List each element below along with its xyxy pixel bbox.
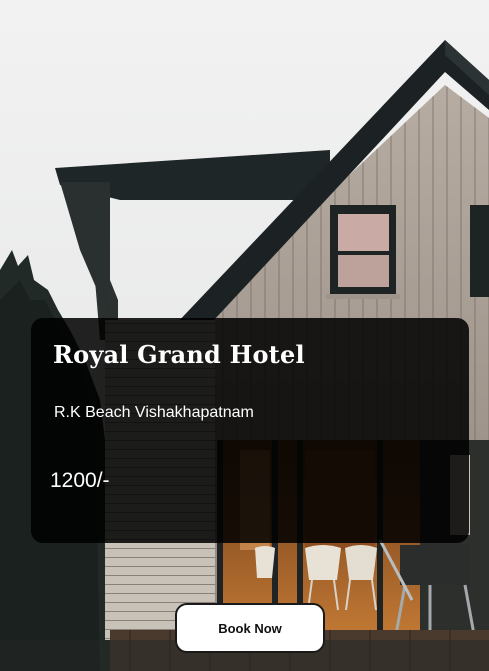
hotel-info-card: Royal Grand Hotel R.K Beach Vishakhapatn… — [31, 318, 469, 543]
hotel-name: Royal Grand Hotel — [53, 340, 305, 369]
hotel-location: R.K Beach Vishakhapatnam — [54, 404, 254, 421]
hotel-price: 1200/- — [50, 469, 110, 492]
book-now-button[interactable]: Book Now — [175, 603, 325, 653]
